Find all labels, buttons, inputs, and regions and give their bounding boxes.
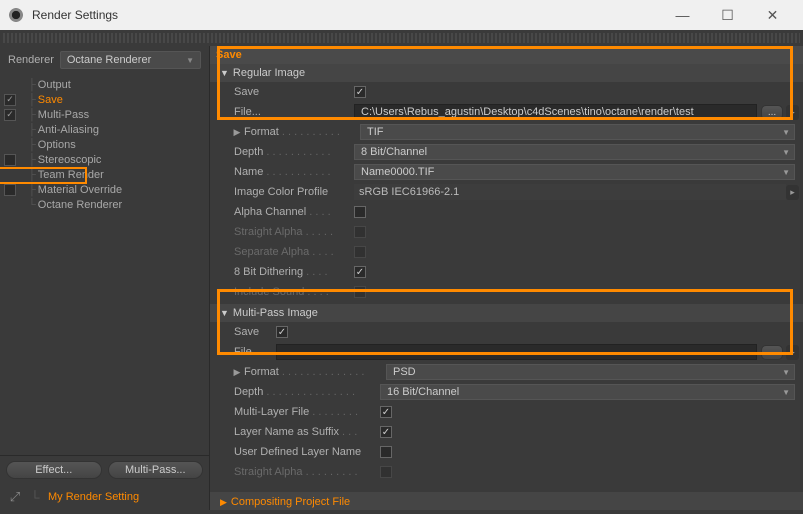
section-compositing[interactable]: ▶ Compositing Project File xyxy=(210,492,803,510)
tree-item-save[interactable]: ✓├Save xyxy=(0,92,209,107)
name-select[interactable]: Name0000.TIF▼ xyxy=(354,164,795,180)
multilayer-label: Multi-Layer File xyxy=(234,406,309,418)
mp-depth-select[interactable]: 16 Bit/Channel▼ xyxy=(380,384,795,400)
file-label: File... xyxy=(234,106,261,118)
chevron-down-icon: ▼ xyxy=(220,308,229,318)
browse-button[interactable]: ... xyxy=(761,105,783,120)
chevron-down-icon: ▼ xyxy=(186,56,194,65)
app-icon xyxy=(8,7,24,23)
dithering-label: 8 Bit Dithering xyxy=(234,266,303,278)
alpha-label: Alpha Channel xyxy=(234,206,306,218)
sidebar: Renderer Octane Renderer ▼ ├Output ✓├Sav… xyxy=(0,46,210,510)
render-preset[interactable]: ⤢ └ My Render Setting xyxy=(0,484,209,510)
expand-icon: ⤢ xyxy=(8,490,22,504)
section-regular-image[interactable]: ▼ Regular Image xyxy=(210,64,803,82)
tree-item-octanerenderer[interactable]: └Octane Renderer xyxy=(0,197,209,212)
close-button[interactable]: ✕ xyxy=(750,0,795,30)
multipass-button[interactable]: Multi-Pass... xyxy=(108,461,204,479)
dithering-checkbox[interactable] xyxy=(354,266,366,278)
titlebar[interactable]: Render Settings — ☐ ✕ xyxy=(0,0,803,30)
chevron-right-icon[interactable]: ▶ xyxy=(230,367,244,378)
name-label: Name xyxy=(234,166,263,178)
mp-straight-checkbox xyxy=(380,466,392,478)
chevron-right-icon: ▶ xyxy=(220,497,227,508)
section-multipass-image[interactable]: ▼ Multi-Pass Image xyxy=(210,304,803,322)
include-sound-label: Include Sound xyxy=(234,286,304,298)
regular-file-input[interactable]: C:\Users\Rebus_agustin\Desktop\c4dScenes… xyxy=(354,104,757,120)
path-menu-button[interactable]: ▸ xyxy=(786,105,799,120)
tree-item-materialoverride[interactable]: ├Material Override xyxy=(0,182,209,197)
mp-format-select[interactable]: PSD▼ xyxy=(386,364,795,380)
multilayer-checkbox[interactable] xyxy=(380,406,392,418)
renderer-value: Octane Renderer xyxy=(67,54,151,66)
mp-path-menu-button[interactable]: ▸ xyxy=(786,345,799,360)
grip-bar[interactable] xyxy=(3,33,800,43)
straight-alpha-checkbox xyxy=(354,226,366,238)
render-settings-window: Render Settings — ☐ ✕ Renderer Octane Re… xyxy=(0,0,803,514)
profile-label: Image Color Profile xyxy=(234,186,328,198)
mp-browse-button[interactable]: ... xyxy=(761,345,783,360)
mp-save-label: Save xyxy=(234,326,259,338)
separate-alpha-checkbox xyxy=(354,246,366,258)
save-label: Save xyxy=(234,86,259,98)
tree-line-icon: └ xyxy=(28,490,42,504)
main-panel: Save ▼ Regular Image Save File... C:\Use… xyxy=(210,46,803,510)
layername-label: Layer Name as Suffix xyxy=(234,426,339,438)
tree-item-multipass[interactable]: ✓├Multi-Pass xyxy=(0,107,209,122)
renderer-label: Renderer xyxy=(8,54,54,66)
minimize-button[interactable]: — xyxy=(660,0,705,30)
multipass-file-input[interactable] xyxy=(276,344,757,360)
renderer-dropdown[interactable]: Octane Renderer ▼ xyxy=(60,51,201,69)
tree-item-output[interactable]: ├Output xyxy=(0,77,209,92)
window-title: Render Settings xyxy=(32,8,660,22)
format-label: Format xyxy=(244,126,279,138)
preset-name: My Render Setting xyxy=(48,491,139,503)
profile-menu-button[interactable]: ▸ xyxy=(786,185,799,200)
chevron-down-icon: ▼ xyxy=(220,68,229,78)
multipass-save-checkbox[interactable] xyxy=(276,326,288,338)
format-select[interactable]: TIF▼ xyxy=(360,124,795,140)
straight-alpha-label: Straight Alpha xyxy=(234,226,303,238)
userdef-label: User Defined Layer Name xyxy=(234,446,361,458)
mp-file-label: File xyxy=(234,346,252,358)
tab-save[interactable]: Save xyxy=(210,46,803,64)
tree-item-stereoscopic[interactable]: ├Stereoscopic xyxy=(0,152,209,167)
layername-checkbox[interactable] xyxy=(380,426,392,438)
mp-format-label: Format xyxy=(244,366,279,378)
regular-save-checkbox[interactable] xyxy=(354,86,366,98)
depth-select[interactable]: 8 Bit/Channel▼ xyxy=(354,144,795,160)
color-profile-field[interactable]: sRGB IEC61966-2.1 xyxy=(354,184,786,200)
mp-straight-label: Straight Alpha xyxy=(234,466,303,478)
tree-item-teamrender[interactable]: ├Team Render xyxy=(0,167,209,182)
chevron-right-icon[interactable]: ▶ xyxy=(230,127,244,138)
effect-button[interactable]: Effect... xyxy=(6,461,102,479)
mp-depth-label: Depth xyxy=(234,386,263,398)
alpha-channel-checkbox[interactable] xyxy=(354,206,366,218)
separate-alpha-label: Separate Alpha xyxy=(234,246,309,258)
settings-tree: ├Output ✓├Save ✓├Multi-Pass ├Anti-Aliasi… xyxy=(0,77,209,455)
tree-item-antialiasing[interactable]: ├Anti-Aliasing xyxy=(0,122,209,137)
include-sound-checkbox xyxy=(354,286,366,298)
tree-item-options[interactable]: ├Options xyxy=(0,137,209,152)
depth-label: Depth xyxy=(234,146,263,158)
maximize-button[interactable]: ☐ xyxy=(705,0,750,30)
userdef-checkbox[interactable] xyxy=(380,446,392,458)
